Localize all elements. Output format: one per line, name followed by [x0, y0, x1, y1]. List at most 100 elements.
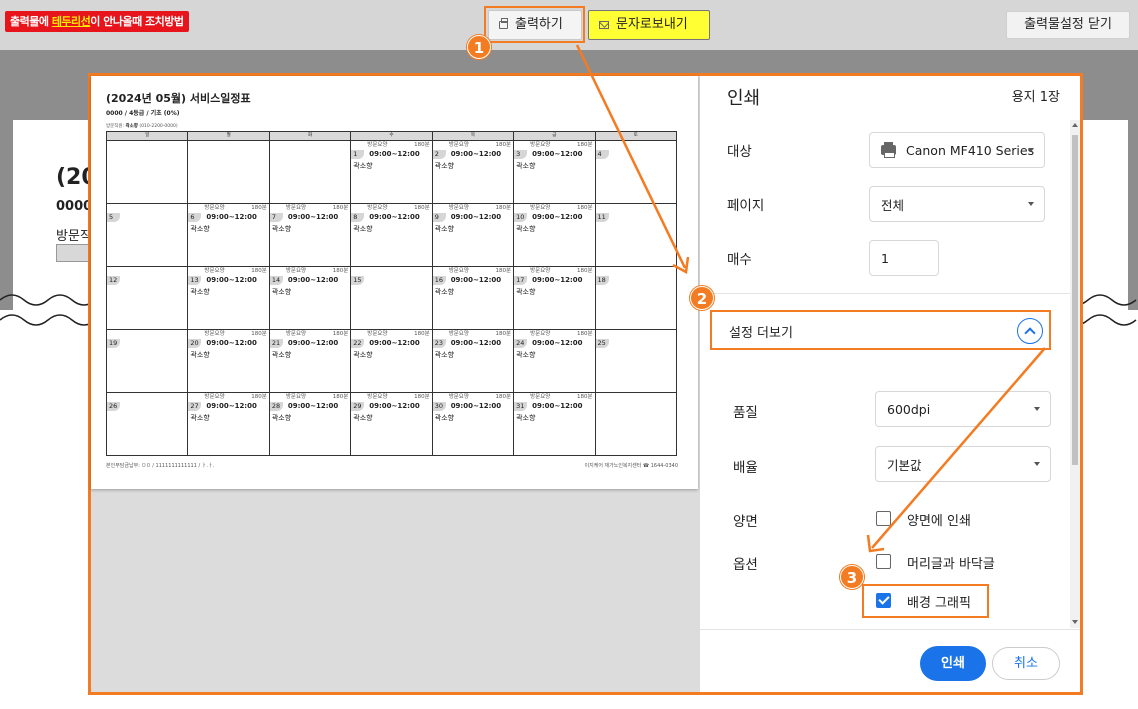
background-graphics-checkbox[interactable] — [876, 593, 891, 608]
chevron-up-icon[interactable] — [1017, 318, 1043, 344]
header-footer-checkbox[interactable] — [876, 554, 891, 569]
calendar-day-cell: 23 방문요양 180분 09:00~12:00 곽소향 — [431, 329, 515, 393]
calendar-day-cell — [268, 140, 352, 204]
day-number: 30 — [432, 402, 446, 411]
preview-footer-left: 본인부담금납부: ㅁㅁ / 1111111111111 / ㅏ.ㅏ. — [106, 463, 215, 469]
service-type: 방문요양 — [530, 205, 551, 211]
warning-suffix: 이 안나올때 조치방법 — [90, 15, 184, 28]
calendar-day-cell: 16 방문요양 180분 09:00~12:00 곽소향 — [431, 266, 515, 330]
service-header: 방문요양 180분 — [204, 394, 266, 401]
service-type: 방문요양 — [448, 142, 469, 148]
destination-select[interactable]: Canon MF410 Series — [869, 132, 1045, 168]
print-dialog-title: 인쇄 — [727, 88, 761, 109]
caregiver-name: 곽소향 — [516, 288, 536, 296]
cancel-button[interactable]: 취소 — [992, 647, 1060, 680]
service-header: 방문요양 180분 — [449, 268, 511, 275]
service-type: 방문요양 — [204, 331, 225, 337]
calendar-day-cell: 8 방문요양 180분 09:00~12:00 곽소향 — [350, 203, 433, 267]
service-header: 방문요양 180분 — [204, 268, 266, 275]
day-number: 25 — [595, 339, 609, 348]
caregiver-name: 곽소향 — [516, 162, 536, 170]
calendar-day-cell: 12 — [105, 266, 189, 330]
caregiver-name: 곽소향 — [353, 351, 373, 359]
sheet-count: 용지 1장 — [1011, 90, 1060, 105]
service-time: 09:00~12:00 — [450, 150, 502, 158]
quality-label: 품질 — [733, 405, 758, 421]
calendar-day-cell: 20 방문요양 180분 09:00~12:00 곽소향 — [187, 329, 270, 393]
day-number: 10 — [514, 213, 528, 222]
service-header: 방문요양 180분 — [530, 331, 592, 338]
service-minutes: 180분 — [495, 205, 512, 211]
step-2-badge: 2 — [690, 286, 714, 310]
caregiver-name: 곽소향 — [434, 225, 455, 233]
scale-select[interactable]: 기본값 — [875, 446, 1051, 482]
settings-scrollbar[interactable] — [1070, 120, 1080, 628]
day-number: 18 — [595, 276, 609, 285]
confirm-print-button[interactable]: 인쇄 — [920, 646, 986, 681]
service-type: 방문요양 — [530, 268, 551, 274]
calendar-day-cell — [105, 140, 189, 204]
service-header: 방문요양 180분 — [204, 205, 266, 212]
calendar-day-cell: 13 방문요양 180분 09:00~12:00 곽소향 — [187, 266, 270, 330]
service-type: 방문요양 — [367, 205, 388, 211]
service-time: 09:00~12:00 — [369, 402, 420, 410]
staff-phone: (010-2200-0000) — [137, 124, 178, 129]
service-time: 09:00~12:00 — [287, 402, 339, 410]
scroll-thumb[interactable] — [1072, 135, 1078, 465]
service-header: 방문요양 180분 — [204, 331, 266, 338]
day-number: 9 — [432, 213, 446, 222]
scroll-down-arrow-icon[interactable] — [1072, 620, 1078, 624]
service-type: 방문요양 — [367, 142, 388, 148]
day-number: 1 — [351, 150, 365, 159]
day-number: 21 — [269, 339, 283, 348]
calendar-day-cell: 27 방문요양 180분 09:00~12:00 곽소향 — [187, 392, 270, 456]
service-header: 방문요양 180분 — [449, 394, 511, 401]
print-button-highlight — [484, 6, 585, 43]
day-number: 17 — [514, 276, 528, 285]
day-number: 20 — [188, 339, 202, 348]
service-time: 09:00~12:00 — [287, 213, 339, 221]
caregiver-name: 곽소향 — [516, 351, 536, 359]
scroll-up-arrow-icon[interactable] — [1072, 123, 1078, 127]
send-sms-label: 문자로보내기 — [616, 17, 688, 32]
service-type: 방문요양 — [448, 394, 469, 400]
calendar-day-cell: 14 방문요양 180분 09:00~12:00 곽소향 — [268, 266, 352, 330]
service-time: 09:00~12:00 — [287, 339, 339, 347]
calendar-day-cell: 28 방문요양 180분 09:00~12:00 곽소향 — [268, 392, 352, 456]
copies-input[interactable]: 1 — [869, 240, 939, 276]
send-sms-button[interactable]: 문자로보내기 — [588, 10, 710, 40]
close-print-settings-button[interactable]: 출력물설정 닫기 — [1006, 11, 1130, 39]
close-print-settings-label: 출력물설정 닫기 — [1024, 17, 1112, 32]
service-header: 방문요양 180분 — [367, 394, 429, 401]
pages-select[interactable]: 전체 — [869, 186, 1045, 222]
service-header: 방문요양 180분 — [449, 331, 511, 338]
service-time: 09:00~12:00 — [532, 402, 583, 410]
chevron-down-icon — [1028, 148, 1034, 152]
service-minutes: 180분 — [332, 331, 349, 337]
caregiver-name: 곽소향 — [190, 351, 210, 359]
calendar-day-cell — [187, 140, 270, 204]
day-number: 31 — [514, 402, 528, 411]
service-type: 방문요양 — [204, 268, 225, 274]
calendar-day-cell: 11 — [594, 203, 678, 267]
service-type: 방문요양 — [285, 331, 307, 337]
envelope-icon — [599, 21, 609, 29]
service-type: 방문요양 — [530, 394, 551, 400]
day-number: 3 — [514, 150, 528, 159]
service-time: 09:00~12:00 — [450, 276, 502, 284]
service-type: 방문요양 — [204, 394, 225, 400]
quality-select[interactable]: 600dpi — [875, 391, 1051, 427]
service-type: 방문요양 — [448, 205, 469, 211]
print-dialog-frame: (2024년 05월) 서비스일정표 0000 / 4등급 / 기초 (0%) … — [88, 73, 1083, 695]
service-type: 방문요양 — [285, 268, 307, 274]
service-minutes: 180분 — [576, 394, 593, 400]
weekday-header: 금 — [513, 131, 596, 141]
duplex-checkbox[interactable] — [876, 511, 891, 526]
printer-icon — [881, 142, 896, 158]
schedule-subtitle: 0000 / 4등급 / 기초 (0%) — [106, 110, 180, 117]
chevron-down-icon — [1028, 202, 1034, 206]
day-number: 6 — [188, 213, 202, 222]
border-fix-help-link[interactable]: 출력물에 테두리선이 안나올때 조치방법 — [5, 11, 189, 32]
service-minutes: 180분 — [251, 331, 267, 337]
more-settings-toggle[interactable]: 설정 더보기 — [710, 310, 1051, 350]
